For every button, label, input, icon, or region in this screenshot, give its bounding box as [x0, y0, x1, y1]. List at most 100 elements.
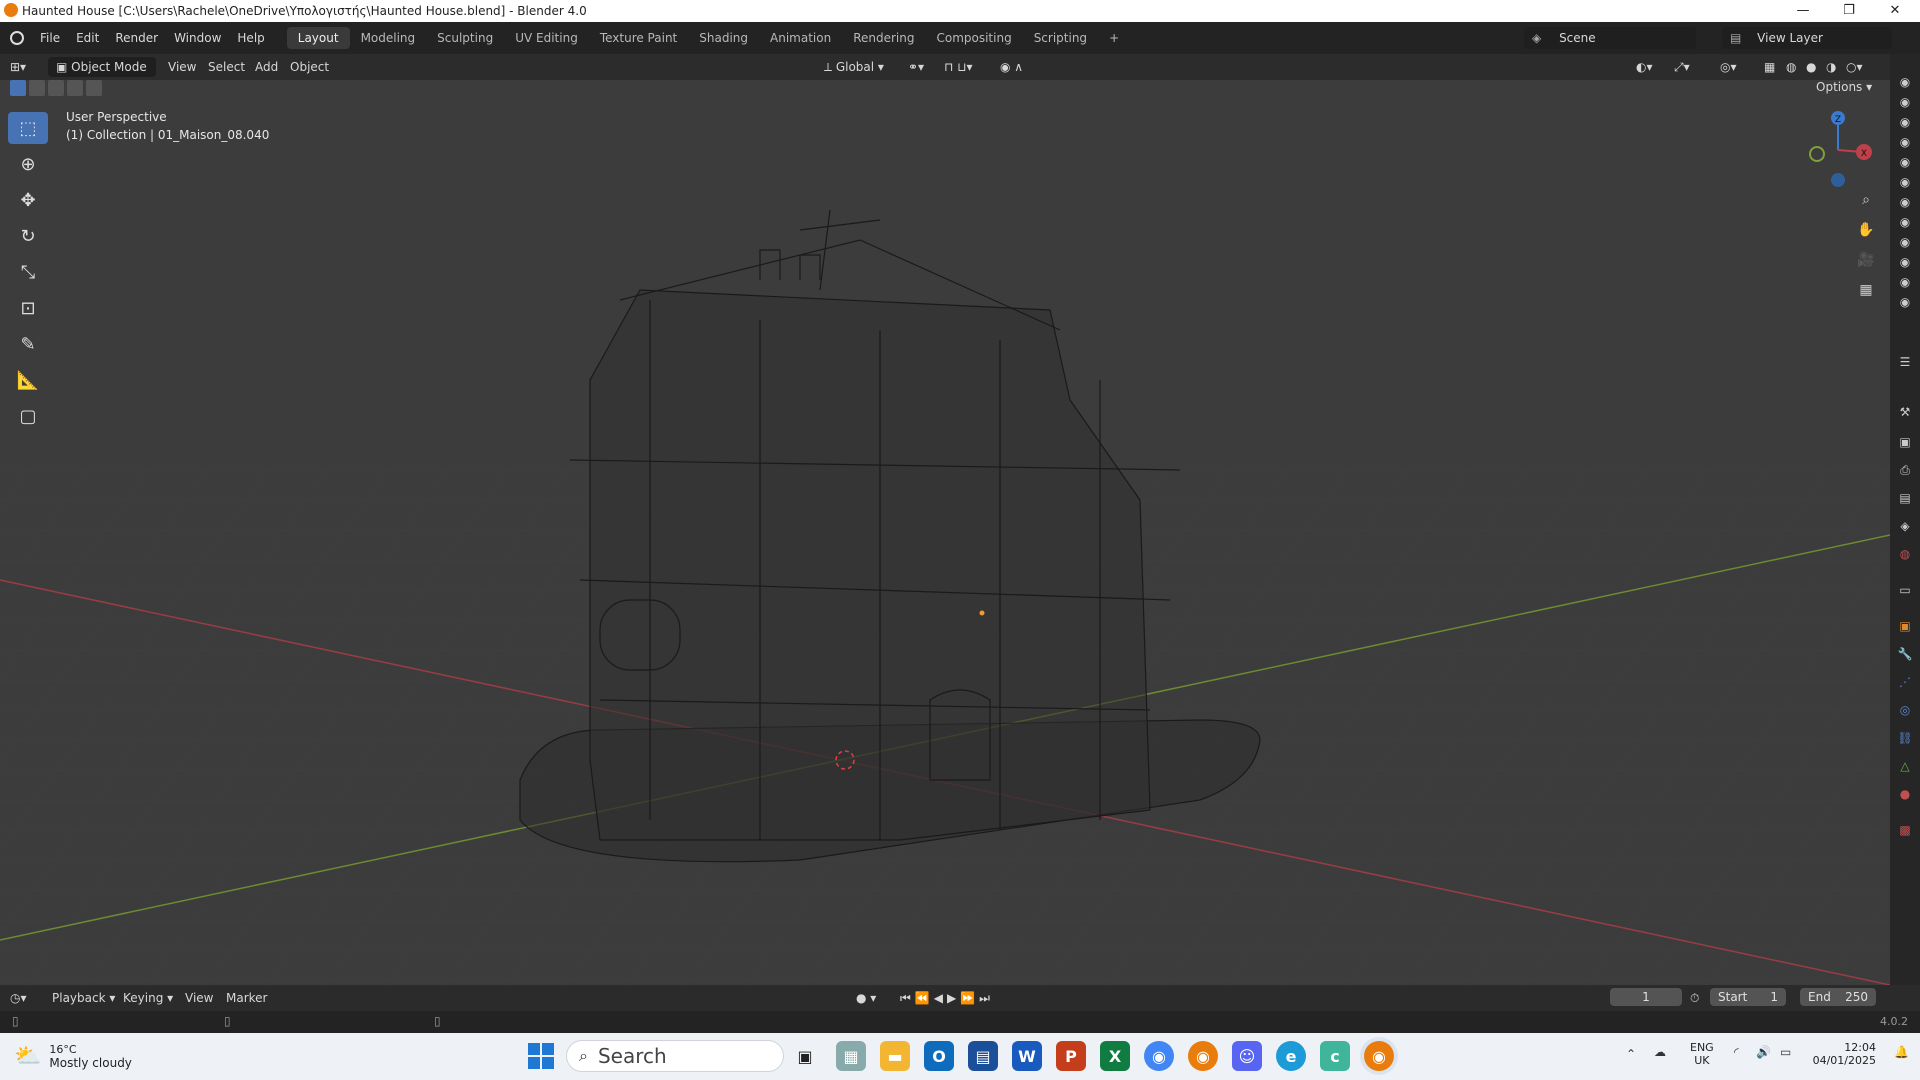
- camera-icon-3[interactable]: ◉: [1897, 114, 1913, 130]
- select-invert-icon[interactable]: [67, 80, 83, 96]
- visibility-icon[interactable]: ◐▾: [1636, 57, 1653, 77]
- texture-properties-icon[interactable]: ▩: [1897, 822, 1913, 838]
- end-frame-field[interactable]: End 250: [1800, 988, 1876, 1006]
- pivot-icon[interactable]: ⚭▾: [908, 57, 924, 77]
- scene-selector[interactable]: ◈ Scene: [1524, 27, 1696, 49]
- editor-type-icon[interactable]: ⊞▾: [10, 57, 38, 77]
- add-workspace-button[interactable]: +: [1098, 27, 1130, 49]
- store-icon[interactable]: ▤: [968, 1041, 998, 1071]
- ortho-toggle-icon[interactable]: ▦: [1854, 282, 1878, 312]
- notification-bell-icon[interactable]: 🔔: [1894, 1045, 1909, 1059]
- weather-widget[interactable]: ⛅ 16°C Mostly cloudy: [14, 1043, 132, 1070]
- windows-start-icon[interactable]: [528, 1043, 554, 1069]
- tab-modeling[interactable]: Modeling: [350, 27, 427, 49]
- language-indicator[interactable]: ENG UK: [1690, 1041, 1714, 1067]
- blender-taskbar-icon-active[interactable]: ◉: [1364, 1041, 1394, 1071]
- rotate-icon[interactable]: ↻: [8, 220, 48, 252]
- menu-render[interactable]: Render: [107, 27, 166, 49]
- excel-icon[interactable]: X: [1100, 1041, 1130, 1071]
- maximize-button[interactable]: ❐: [1826, 0, 1872, 22]
- wifi-icon[interactable]: ◜: [1734, 1045, 1739, 1059]
- physics-properties-icon[interactable]: ◎: [1897, 702, 1913, 718]
- battery-icon[interactable]: ▭: [1780, 1045, 1791, 1059]
- material-properties-icon[interactable]: ●: [1897, 786, 1913, 802]
- 3d-viewport[interactable]: User Perspective (1) Collection | 01_Mai…: [0, 80, 1890, 985]
- camera-icon-9[interactable]: ◉: [1897, 234, 1913, 250]
- menu-view[interactable]: View: [168, 57, 196, 77]
- tab-sculpting[interactable]: Sculpting: [426, 27, 504, 49]
- data-properties-icon[interactable]: △: [1897, 758, 1913, 774]
- menu-select[interactable]: Select: [208, 57, 245, 77]
- select-box-icon[interactable]: ⬚: [8, 112, 48, 144]
- view-layer-properties-icon[interactable]: ▤: [1897, 490, 1913, 506]
- proportional-edit-icon[interactable]: ◉ ∧: [1000, 57, 1023, 77]
- tab-uv-editing[interactable]: UV Editing: [504, 27, 589, 49]
- annotate-icon[interactable]: ✎: [8, 328, 48, 360]
- blender-taskbar-icon-1[interactable]: ◉: [1188, 1041, 1218, 1071]
- photos-app-icon[interactable]: ▦: [836, 1041, 866, 1071]
- solid-shading-icon[interactable]: ●: [1806, 57, 1816, 77]
- task-view-icon[interactable]: ▣: [790, 1041, 820, 1071]
- cursor-icon[interactable]: ⊕: [8, 148, 48, 180]
- powerpoint-icon[interactable]: P: [1056, 1041, 1086, 1071]
- volume-icon[interactable]: 🔊: [1756, 1045, 1771, 1059]
- rendered-shading-icon[interactable]: ○▾: [1846, 57, 1863, 77]
- overlay-toggle-icon[interactable]: ◎▾: [1720, 57, 1737, 77]
- tool-properties-icon[interactable]: ⚒: [1897, 404, 1913, 420]
- tab-texture-paint[interactable]: Texture Paint: [589, 27, 688, 49]
- taskbar-search-box[interactable]: ⌕ Search: [566, 1040, 784, 1072]
- zoom-icon[interactable]: ⌕: [1854, 192, 1878, 222]
- select-extend-icon[interactable]: [29, 80, 45, 96]
- camera-icon-6[interactable]: ◉: [1897, 174, 1913, 190]
- menu-object[interactable]: Object: [290, 57, 329, 77]
- xray-toggle-icon[interactable]: ▦: [1764, 57, 1775, 77]
- render-properties-icon[interactable]: ▣: [1897, 434, 1913, 450]
- mode-selector[interactable]: ▣ Object Mode: [48, 57, 156, 77]
- tab-animation[interactable]: Animation: [759, 27, 842, 49]
- menu-playback[interactable]: Playback ▾: [52, 988, 115, 1008]
- transform-icon[interactable]: ⊡: [8, 292, 48, 324]
- camera-icon-10[interactable]: ◉: [1897, 254, 1913, 270]
- gizmo-neg-z-handle[interactable]: [1831, 173, 1845, 187]
- close-button[interactable]: ✕: [1872, 0, 1918, 22]
- camera-icon-11[interactable]: ◉: [1897, 274, 1913, 290]
- gizmo-y-handle[interactable]: [1809, 146, 1825, 162]
- menu-timeline-view[interactable]: View: [185, 988, 213, 1008]
- particles-properties-icon[interactable]: ⋰: [1897, 674, 1913, 690]
- word-icon[interactable]: W: [1012, 1041, 1042, 1071]
- playback-controls[interactable]: ⏮⏪◀▶⏩⏭: [900, 988, 994, 1008]
- clock[interactable]: 12:04 04/01/2025: [1808, 1041, 1876, 1067]
- menu-add[interactable]: Add: [255, 57, 278, 77]
- properties-editor-icon[interactable]: ☰: [1897, 354, 1913, 370]
- stopwatch-icon[interactable]: ⏱: [1690, 988, 1699, 1008]
- transform-orientation-selector[interactable]: ⟂ Global ▾: [824, 57, 900, 77]
- menu-marker[interactable]: Marker: [226, 988, 267, 1008]
- options-dropdown[interactable]: Options ▾: [1816, 80, 1884, 100]
- measure-icon[interactable]: 📐: [8, 364, 48, 396]
- modifier-properties-icon[interactable]: 🔧: [1897, 646, 1913, 662]
- menu-help[interactable]: Help: [229, 27, 272, 49]
- camera-icon-12[interactable]: ◉: [1897, 294, 1913, 310]
- system-tray-chevron-icon[interactable]: ⌃: [1626, 1047, 1636, 1061]
- material-shading-icon[interactable]: ◑: [1826, 57, 1836, 77]
- add-cube-icon[interactable]: ▢: [8, 400, 48, 432]
- menu-file[interactable]: File: [32, 27, 68, 49]
- tab-compositing[interactable]: Compositing: [925, 27, 1022, 49]
- world-properties-icon[interactable]: ◍: [1897, 546, 1913, 562]
- view-layer-selector[interactable]: ▤ View Layer: [1722, 27, 1892, 49]
- scale-icon[interactable]: ⤡: [8, 256, 48, 288]
- wireframe-shading-icon[interactable]: ◍: [1786, 57, 1796, 77]
- cgtrader-icon[interactable]: c: [1320, 1041, 1350, 1071]
- output-properties-icon[interactable]: ⎙: [1897, 462, 1913, 478]
- camera-icon-2[interactable]: ◉: [1897, 94, 1913, 110]
- collection-properties-icon[interactable]: ▭: [1897, 582, 1913, 598]
- tab-scripting[interactable]: Scripting: [1023, 27, 1098, 49]
- record-button[interactable]: ● ▾: [856, 988, 876, 1008]
- scene-properties-icon[interactable]: ◈: [1897, 518, 1913, 534]
- discord-icon[interactable]: ☺: [1232, 1041, 1262, 1071]
- tab-rendering[interactable]: Rendering: [842, 27, 925, 49]
- start-frame-field[interactable]: Start 1: [1710, 988, 1786, 1006]
- tab-layout[interactable]: Layout: [286, 27, 350, 49]
- blender-menu-icon[interactable]: [10, 31, 24, 45]
- timeline-editor-icon[interactable]: ◷▾: [10, 988, 27, 1008]
